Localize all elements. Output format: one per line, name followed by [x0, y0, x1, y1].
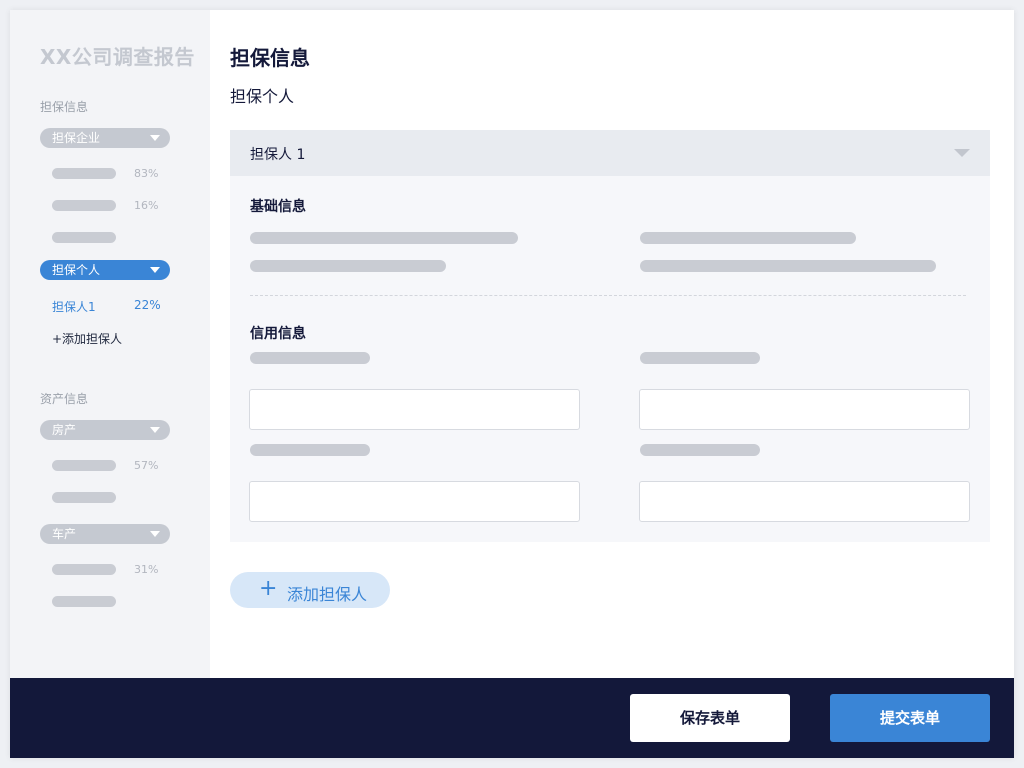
basic-info-placeholder: [250, 260, 446, 272]
credit-info-label: 信用信息: [250, 326, 306, 342]
sidebar-group-guarantee-individual[interactable]: 担保个人: [40, 260, 170, 280]
guarantor-panel-header[interactable]: 担保人 1: [230, 130, 990, 176]
sidebar-group-guarantee-company[interactable]: 担保企业: [40, 128, 170, 148]
sidebar-subitem-placeholder[interactable]: [52, 168, 116, 179]
credit-input-field[interactable]: [249, 481, 580, 522]
app-window: XX公司调查报告 担保信息 担保企业 83% 16% 担保个人 担保人1 22%…: [10, 10, 1014, 758]
chevron-down-icon: [150, 267, 160, 273]
field-label-placeholder: [250, 444, 370, 456]
field-label-placeholder: [250, 352, 370, 364]
sidebar-item-percent: 22%: [134, 298, 161, 312]
sidebar-subitem-percent: 31%: [134, 563, 159, 576]
sidebar: XX公司调查报告 担保信息 担保企业 83% 16% 担保个人 担保人1 22%…: [10, 10, 210, 678]
field-label-placeholder: [640, 352, 760, 364]
chevron-down-icon: [150, 531, 160, 537]
sidebar-subitem-percent: 16%: [134, 199, 159, 212]
guarantor-panel-title: 担保人 1: [250, 147, 306, 163]
basic-info-placeholder: [640, 260, 936, 272]
add-guarantor-label: 添加担保人: [287, 585, 368, 604]
basic-info-label: 基础信息: [250, 199, 306, 215]
guarantor-panel: 担保人 1 基础信息 信用信息: [230, 130, 990, 542]
sidebar-group-label: 车产: [52, 527, 77, 541]
sidebar-subitem-placeholder[interactable]: [52, 564, 116, 575]
sidebar-subitem-percent: 83%: [134, 167, 159, 180]
sidebar-group-vehicle[interactable]: 车产: [40, 524, 170, 544]
sidebar-group-label: 担保企业: [52, 131, 101, 145]
page-title: 担保信息: [230, 46, 310, 70]
footer-bar: 保存表单 提交表单: [10, 678, 1014, 758]
sidebar-section-assets: 资产信息: [40, 392, 89, 406]
field-label-placeholder: [640, 444, 760, 456]
sidebar-subitem-placeholder[interactable]: [52, 460, 116, 471]
credit-input-field[interactable]: [639, 389, 970, 430]
plus-icon: +: [259, 576, 278, 601]
sidebar-section-guarantee: 担保信息: [40, 100, 89, 114]
credit-input-field[interactable]: [249, 389, 580, 430]
basic-info-placeholder: [640, 232, 856, 244]
submit-form-button[interactable]: 提交表单: [830, 694, 990, 742]
app-title: XX公司调查报告: [40, 45, 195, 69]
sidebar-subitem-placeholder[interactable]: [52, 232, 116, 243]
sidebar-subitem-placeholder[interactable]: [52, 492, 116, 503]
sidebar-group-label: 担保个人: [52, 263, 101, 277]
sidebar-subitem-placeholder[interactable]: [52, 200, 116, 211]
chevron-down-icon: [150, 135, 160, 141]
chevron-down-icon: [150, 427, 160, 433]
add-guarantor-button[interactable]: + 添加担保人: [230, 572, 390, 608]
section-subtitle: 担保个人: [230, 87, 295, 106]
sidebar-subitem-placeholder[interactable]: [52, 596, 116, 607]
credit-input-field[interactable]: [639, 481, 970, 522]
section-divider: [250, 295, 966, 296]
sidebar-item-guarantor-1[interactable]: 担保人1: [52, 298, 96, 315]
save-form-button[interactable]: 保存表单: [630, 694, 790, 742]
sidebar-group-label: 房产: [52, 423, 77, 437]
sidebar-group-property[interactable]: 房产: [40, 420, 170, 440]
main-content: 担保信息 担保个人 担保人 1 基础信息 信用信息 + 添加担保人: [210, 10, 1014, 678]
basic-info-placeholder: [250, 232, 518, 244]
sidebar-add-guarantor-link[interactable]: +添加担保人: [52, 330, 122, 347]
chevron-down-icon[interactable]: [954, 149, 970, 157]
sidebar-subitem-percent: 57%: [134, 459, 159, 472]
